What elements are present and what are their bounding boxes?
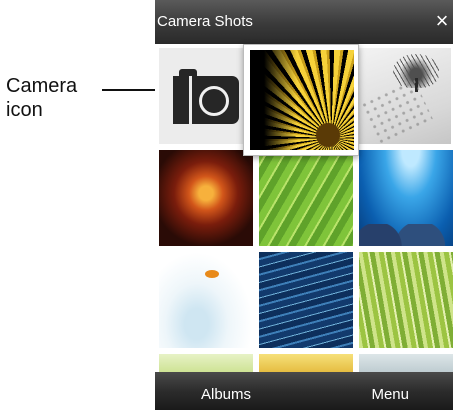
close-icon[interactable]: × bbox=[431, 9, 453, 33]
phone-screen: Camera Shots × Albums Menu bbox=[155, 0, 453, 410]
photo-thumbnail-grass[interactable] bbox=[359, 252, 453, 348]
menu-softkey[interactable]: Menu bbox=[371, 386, 409, 404]
title-bar: Camera Shots × bbox=[155, 0, 453, 45]
camera-tile[interactable] bbox=[159, 48, 253, 144]
photo-thumbnail-tree-snow[interactable] bbox=[357, 48, 451, 144]
camera-icon-callout: Camera icon bbox=[6, 74, 106, 122]
selected-photo-preview[interactable] bbox=[243, 44, 359, 156]
camera-icon-band bbox=[173, 76, 192, 124]
callout-leader-line bbox=[102, 89, 162, 91]
page-title: Camera Shots bbox=[157, 13, 253, 30]
preview-image-yellow-flower bbox=[250, 50, 354, 150]
albums-softkey[interactable]: Albums bbox=[201, 386, 251, 404]
photo-thumbnail-blue-water[interactable] bbox=[259, 252, 353, 348]
goldfish-shape bbox=[205, 270, 219, 278]
photo-grid bbox=[155, 44, 453, 376]
photo-thumbnail-underwater[interactable] bbox=[359, 150, 453, 246]
callout-line2: icon bbox=[6, 99, 43, 121]
photo-thumbnail-goldfish-splash[interactable] bbox=[159, 252, 253, 348]
photo-thumbnail-leaf[interactable] bbox=[259, 150, 353, 246]
reef-shape bbox=[359, 224, 453, 246]
photo-thumbnail-fire-flower[interactable] bbox=[159, 150, 253, 246]
camera-icon-lens bbox=[199, 86, 229, 116]
callout-line1: Camera bbox=[6, 75, 78, 97]
softkey-bar: Albums Menu bbox=[155, 372, 453, 410]
